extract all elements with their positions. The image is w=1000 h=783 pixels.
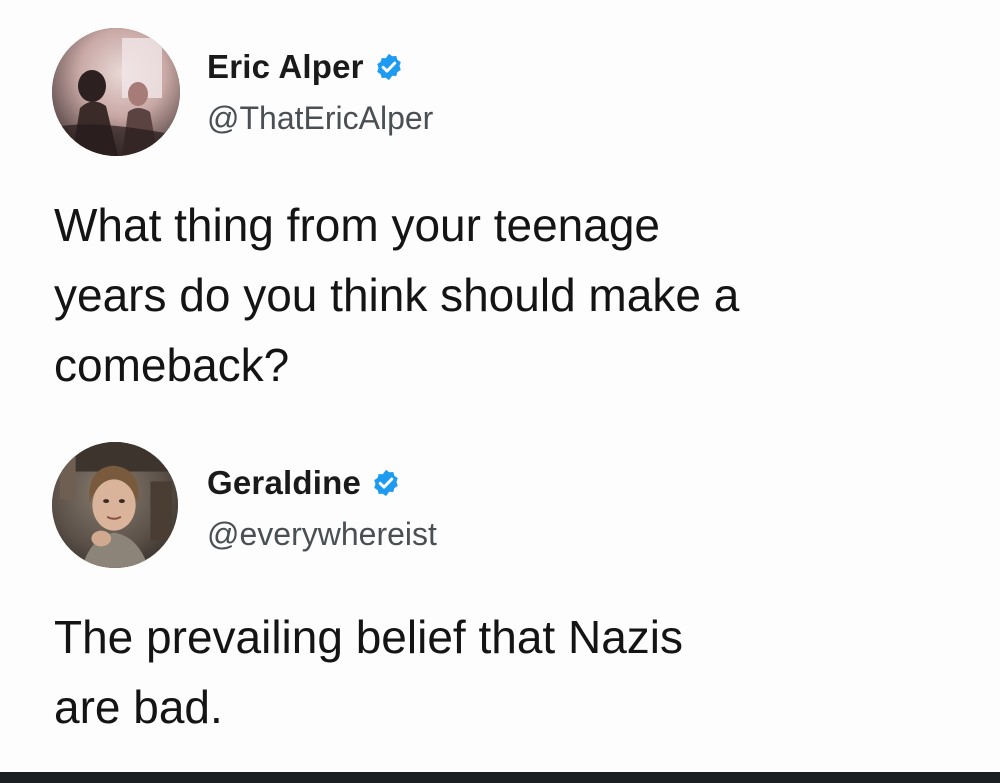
author-handle[interactable]: @everywhereist bbox=[207, 516, 437, 553]
screenshot-canvas: Eric Alper @ThatEricAlper What thing fro… bbox=[0, 0, 1000, 783]
tweet-text-line: The prevailing belief that Nazis bbox=[54, 611, 683, 663]
verified-badge-icon bbox=[374, 52, 404, 82]
tweet-text-line: What thing from your teenage bbox=[54, 199, 660, 251]
avatar-photo bbox=[52, 442, 178, 568]
avatar[interactable] bbox=[52, 442, 178, 568]
tweet-text-line: are bad. bbox=[54, 681, 223, 733]
tweet-text-line: comeback? bbox=[54, 339, 290, 391]
bottom-bar bbox=[0, 772, 1000, 783]
author-display-name[interactable]: Geraldine bbox=[207, 464, 361, 502]
author-row: Geraldine bbox=[207, 464, 401, 502]
tweet-body: What thing from your teenage years do yo… bbox=[54, 190, 954, 400]
author-display-name[interactable]: Eric Alper bbox=[207, 48, 364, 86]
verified-badge-icon bbox=[371, 468, 401, 498]
tweet-text-line: years do you think should make a bbox=[54, 269, 740, 321]
tweet-body: The prevailing belief that Nazis are bad… bbox=[54, 602, 954, 742]
avatar[interactable] bbox=[52, 28, 180, 156]
author-handle[interactable]: @ThatEricAlper bbox=[207, 100, 433, 137]
author-row: Eric Alper bbox=[207, 48, 404, 86]
avatar-photo bbox=[52, 28, 180, 156]
